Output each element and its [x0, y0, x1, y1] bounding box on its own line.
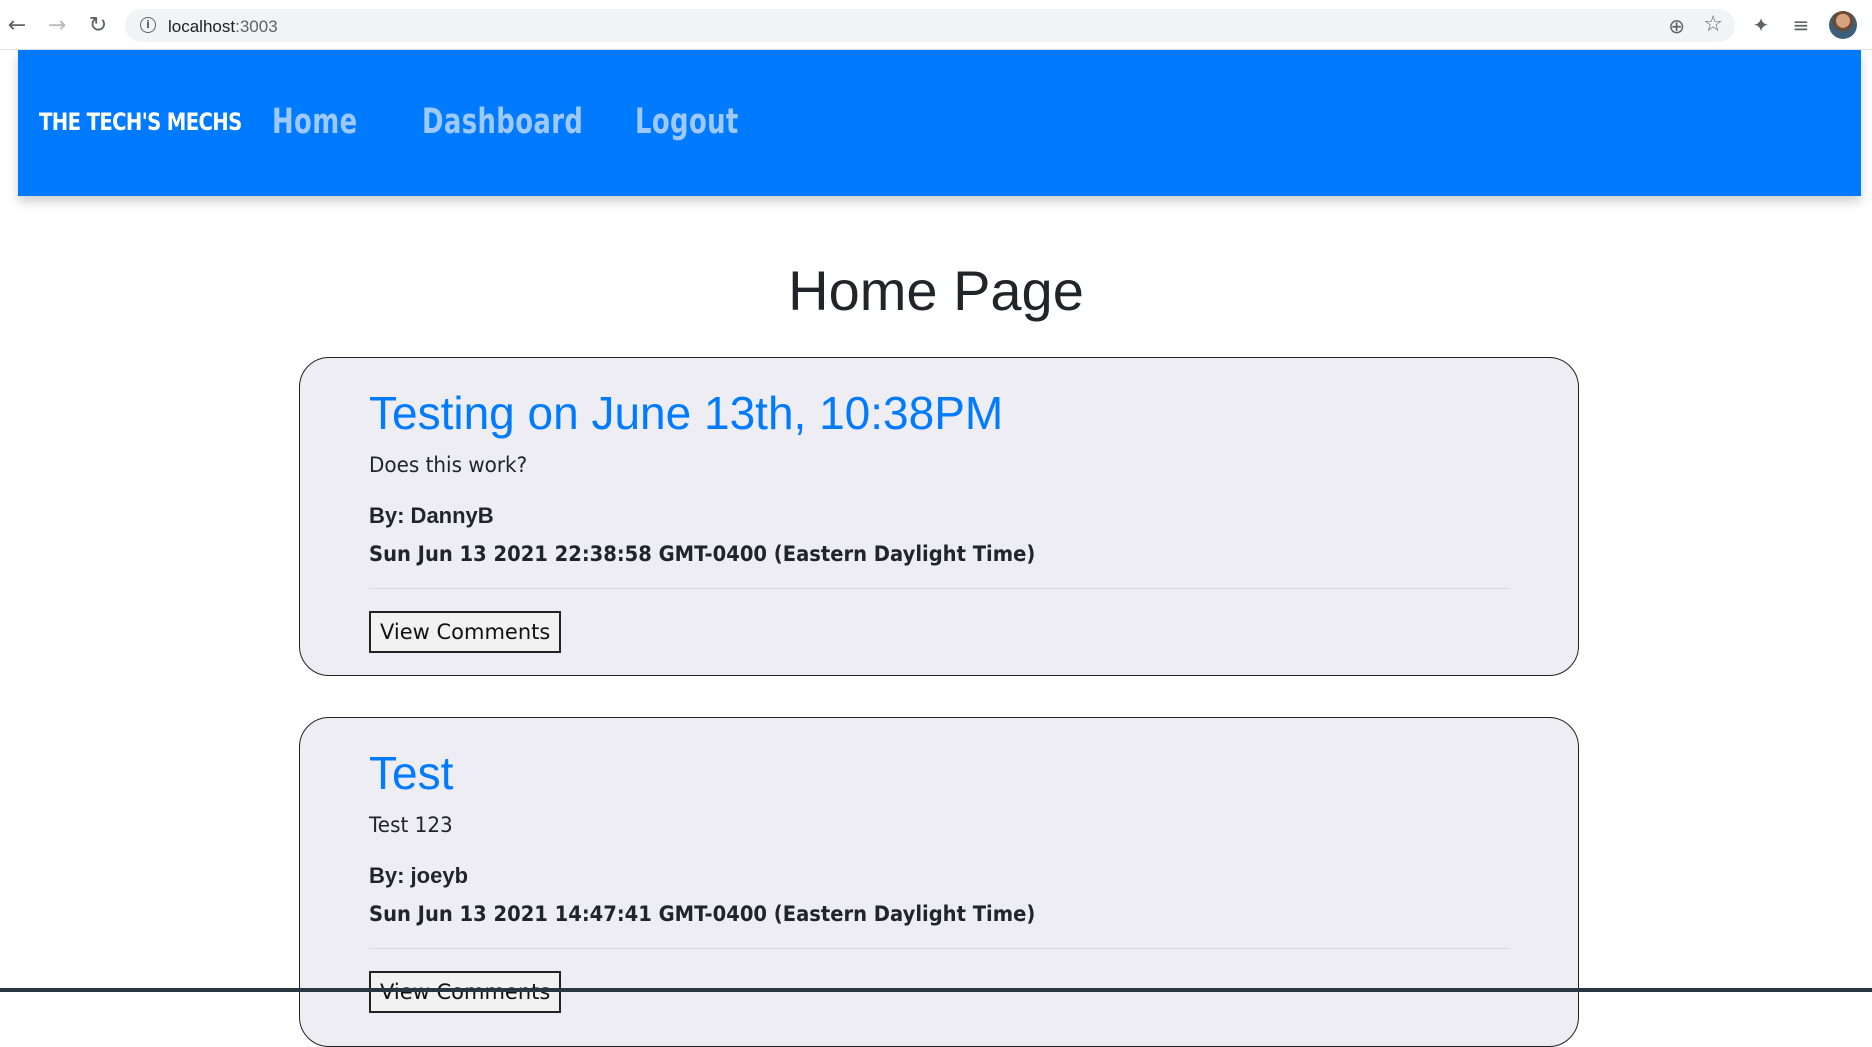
post-card: Test Test 123 By: joeyb Sun Jun 13 2021 … — [299, 717, 1579, 1047]
info-icon[interactable]: i — [140, 17, 156, 33]
post-title-link[interactable]: Test — [369, 746, 453, 800]
back-arrow-icon[interactable]: ← — [4, 12, 30, 38]
zoom-icon[interactable]: ⊕ — [1668, 14, 1685, 38]
post-date: Sun Jun 13 2021 14:47:41 GMT-0400 (Easte… — [369, 902, 1036, 926]
post-divider — [369, 588, 1509, 589]
media-queue-icon[interactable]: ≡ — [1788, 12, 1814, 38]
reload-icon[interactable]: ↻ — [85, 12, 111, 38]
url-host: localhost — [168, 17, 236, 36]
url-port: :3003 — [235, 17, 278, 36]
address-bar[interactable]: i localhost:3003 ⊕ ☆ — [125, 9, 1735, 42]
nav-link-home[interactable]: Home — [272, 102, 358, 142]
post-card: Testing on June 13th, 10:38PM Does this … — [299, 357, 1579, 676]
nav-link-logout[interactable]: Logout — [635, 102, 739, 142]
post-author: By: joeyb — [369, 863, 469, 888]
bottom-edge-strip — [0, 988, 1872, 992]
profile-avatar[interactable] — [1829, 11, 1857, 39]
post-content: Does this work? — [369, 453, 528, 477]
browser-toolbar: ← → ↻ i localhost:3003 ⊕ ☆ ✦ ≡ — [0, 0, 1872, 50]
url-text: localhost:3003 — [168, 17, 278, 37]
post-content: Test 123 — [369, 813, 453, 837]
post-title-link[interactable]: Testing on June 13th, 10:38PM — [369, 386, 1003, 440]
view-comments-button[interactable]: View Comments — [369, 611, 562, 653]
nav-link-dashboard[interactable]: Dashboard — [422, 102, 583, 142]
post-author: By: DannyB — [369, 503, 494, 528]
page-title: Home Page — [788, 259, 1084, 322]
post-divider — [369, 948, 1509, 949]
bookmark-star-icon[interactable]: ☆ — [1703, 12, 1723, 37]
brand-logo-text: THE TECH'S MECHS — [39, 108, 242, 136]
extensions-puzzle-icon[interactable]: ✦ — [1748, 12, 1774, 38]
forward-arrow-icon[interactable]: → — [44, 12, 70, 38]
site-header: THE TECH'S MECHS Home Dashboard Logout — [18, 50, 1861, 196]
post-date: Sun Jun 13 2021 22:38:58 GMT-0400 (Easte… — [369, 542, 1036, 566]
view-comments-button[interactable]: View Comments — [369, 971, 562, 1013]
